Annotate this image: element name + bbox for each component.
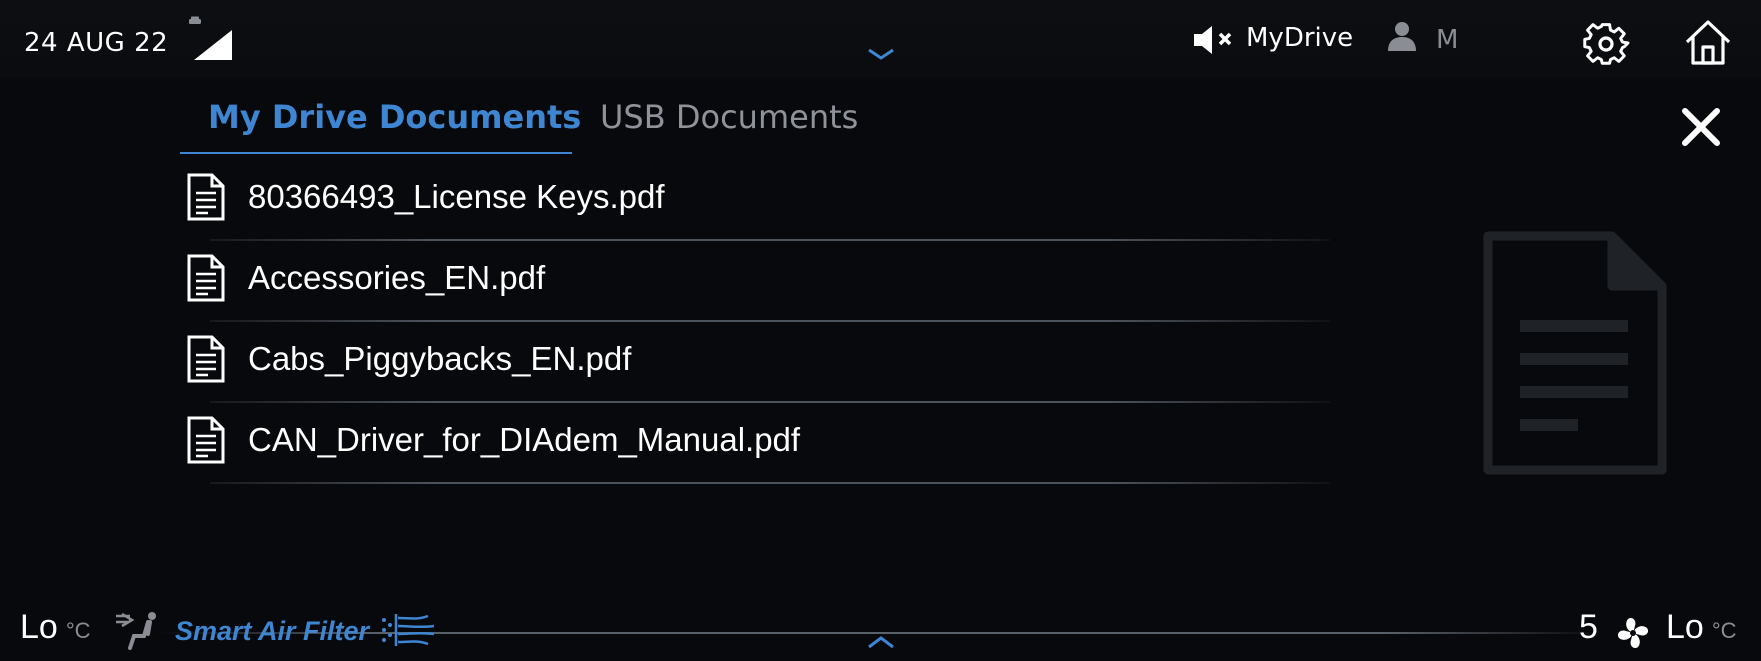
air-filter-icon[interactable]	[380, 610, 438, 650]
pull-up-chevron-icon[interactable]	[866, 634, 896, 650]
list-item[interactable]: 80366493_License Keys.pdf	[180, 160, 1330, 241]
document-icon	[187, 254, 225, 302]
list-item[interactable]: CAN_Driver_for_DIAdem_Manual.pdf	[180, 403, 1330, 484]
date-label: 24 AUG 22	[24, 28, 169, 58]
tab-usb-documents[interactable]: USB Documents	[600, 98, 858, 154]
right-temperature-unit: °C	[1711, 618, 1737, 643]
right-temperature[interactable]: Lo °C	[1666, 608, 1737, 647]
left-temperature-value: Lo	[20, 608, 58, 646]
seat-airflow-icon[interactable]	[114, 610, 162, 650]
documents-screen: 24 AUG 22 MyDrive M My Drive Documents U…	[0, 0, 1761, 661]
close-icon[interactable]	[1680, 106, 1722, 148]
pull-down-chevron-icon[interactable]	[866, 46, 896, 62]
file-name: 80366493_License Keys.pdf	[248, 178, 665, 215]
signal-strength-icon	[188, 16, 232, 60]
document-icon	[187, 335, 225, 383]
left-temperature-unit: °C	[65, 618, 91, 643]
tab-my-drive-documents-label: My Drive Documents	[208, 98, 582, 136]
user-initial: M	[1436, 25, 1459, 55]
left-temperature[interactable]: Lo °C	[20, 608, 91, 647]
profile-name[interactable]: MyDrive	[1246, 23, 1353, 53]
right-temperature-value: Lo	[1666, 608, 1704, 646]
list-item[interactable]: Cabs_Piggybacks_EN.pdf	[180, 322, 1330, 403]
list-divider	[210, 482, 1330, 484]
tab-usb-documents-label: USB Documents	[600, 98, 859, 136]
document-icon	[187, 173, 225, 221]
climate-bar: Lo °C Smart Air Filter 5 Lo °C	[0, 590, 1761, 661]
gear-icon[interactable]	[1582, 20, 1630, 68]
document-preview-icon	[1483, 231, 1667, 475]
file-name: Accessories_EN.pdf	[248, 259, 546, 296]
list-item[interactable]: Accessories_EN.pdf	[180, 241, 1330, 322]
file-name: CAN_Driver_for_DIAdem_Manual.pdf	[248, 421, 801, 458]
speaker-muted-icon[interactable]	[1192, 25, 1242, 55]
tab-my-drive-documents[interactable]: My Drive Documents	[180, 98, 581, 154]
document-icon	[187, 416, 225, 464]
user-icon[interactable]	[1384, 20, 1420, 52]
home-icon[interactable]	[1683, 18, 1733, 68]
fan-speed-value[interactable]: 5	[1579, 608, 1598, 647]
file-name: Cabs_Piggybacks_EN.pdf	[248, 340, 632, 377]
document-list: 80366493_License Keys.pdf Accessories_EN…	[180, 160, 1330, 484]
fan-icon[interactable]	[1614, 614, 1652, 652]
status-bar: 24 AUG 22 MyDrive M	[0, 0, 1761, 78]
smart-air-filter-button[interactable]: Smart Air Filter	[175, 616, 369, 647]
